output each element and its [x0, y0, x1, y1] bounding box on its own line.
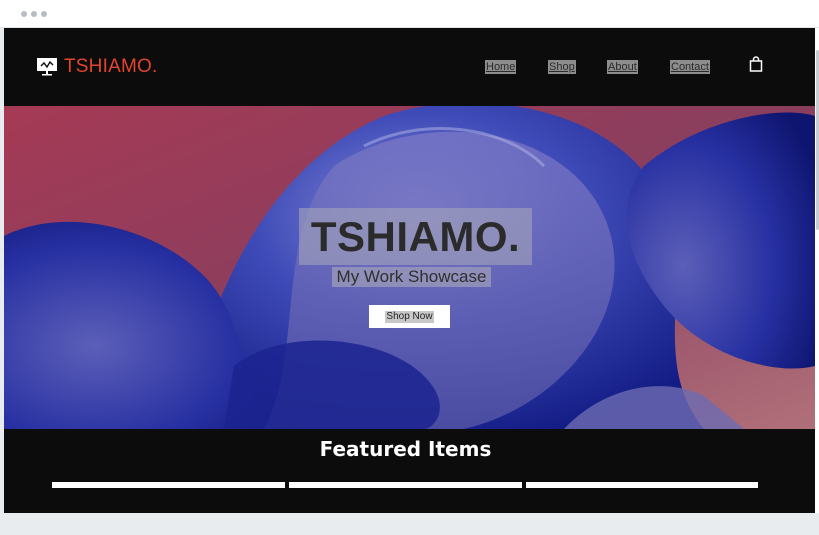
main-nav: Home Shop About Contact: [4, 60, 815, 76]
featured-item-card[interactable]: [52, 482, 285, 488]
shop-now-label: Shop Now: [385, 310, 434, 323]
nav-shop[interactable]: Shop: [548, 60, 576, 74]
window-dot: [41, 11, 47, 17]
window-dots: [21, 11, 47, 17]
featured-item-card[interactable]: [526, 482, 758, 488]
nav-contact[interactable]: Contact: [670, 60, 710, 74]
shopping-bag-icon[interactable]: [749, 56, 763, 72]
window-dot: [21, 11, 27, 17]
nav-home[interactable]: Home: [485, 60, 517, 74]
hero-title: TSHIAMO.: [299, 208, 532, 265]
window-bottom-edge: [0, 513, 819, 535]
window-dot: [31, 11, 37, 17]
shop-now-button[interactable]: Shop Now: [369, 305, 450, 328]
hero-subtitle: My Work Showcase: [332, 267, 491, 287]
site-header: TSHIAMO. Home Shop About Contact: [4, 28, 815, 106]
hero-banner: TSHIAMO. My Work Showcase Shop Now: [4, 106, 815, 429]
featured-item-card[interactable]: [289, 482, 522, 488]
featured-items-heading: Featured Items: [319, 437, 492, 461]
featured-items-grid: [52, 482, 758, 488]
browser-chrome: [0, 0, 819, 28]
nav-about[interactable]: About: [607, 60, 638, 74]
